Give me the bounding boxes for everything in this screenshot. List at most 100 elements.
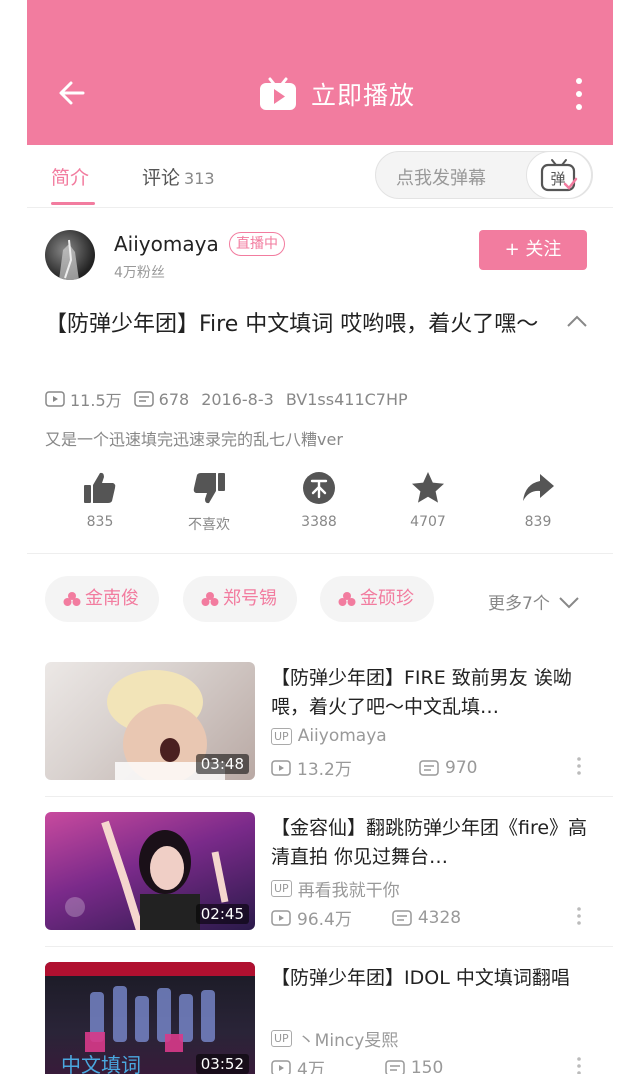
tv-play-icon — [260, 77, 296, 110]
favorite-button[interactable]: 4707 — [393, 470, 463, 530]
danmaku-count: 970 — [445, 757, 478, 778]
back-arrow-icon[interactable] — [57, 78, 87, 108]
tab-comments-label: 评论 — [142, 167, 181, 189]
danmaku-count-icon — [133, 391, 154, 407]
up-tag: UP — [271, 1030, 292, 1047]
tab-comments[interactable]: 评论 313 — [142, 163, 215, 190]
related-video-stats: 4万 150 — [271, 1055, 443, 1074]
related-video-item[interactable]: 03:48 【防弹少年团】FIRE 致前男友 诶呦喂，着火了吧～中文乱填… UP… — [45, 662, 595, 787]
view-count: 96.4万 — [297, 910, 352, 930]
uploader-name: 丶Mincy旻熙 — [297, 1031, 399, 1051]
tag-label: 郑号锡 — [223, 588, 277, 609]
tag-label: 金硕珍 — [360, 588, 414, 609]
video-detail-page: 立即播放 简介 评论 313 点我发弹幕 弹 Aiiyomaya 直播中 4万粉丝 — [27, 0, 613, 1074]
club-icon — [63, 592, 81, 606]
divider — [27, 553, 613, 554]
related-video-stats: 13.2万 970 — [271, 755, 477, 780]
tab-intro[interactable]: 简介 — [51, 163, 89, 190]
tag-label: 金南俊 — [85, 588, 139, 609]
play-count-icon — [271, 759, 291, 776]
up-tag: UP — [271, 727, 292, 745]
related-video-title: 【防弹少年团】IDOL 中文填词翻唱 — [271, 967, 570, 989]
play-count-icon — [271, 909, 291, 926]
more-options-icon[interactable] — [577, 906, 581, 926]
tag-chip[interactable]: 金南俊 — [45, 576, 159, 622]
thumb-down-icon — [193, 473, 225, 504]
play-count-icon — [271, 1059, 291, 1074]
video-thumbnail[interactable]: 02:45 — [45, 812, 255, 930]
comments-count: 313 — [184, 169, 215, 188]
tag-chip[interactable]: 金硕珍 — [320, 576, 434, 622]
danmaku-placeholder: 点我发弹幕 — [396, 168, 486, 189]
tab-bar: 简介 评论 313 点我发弹幕 弹 — [27, 145, 613, 208]
danmaku-count: 150 — [410, 1057, 444, 1074]
play-now-label: 立即播放 — [311, 81, 416, 110]
thumbnail-caption: 中文填词 — [61, 1053, 141, 1074]
publish-date: 2016-8-3 — [201, 389, 274, 409]
tab-active-indicator — [51, 202, 95, 205]
uploader-name[interactable]: Aiiyomaya — [114, 232, 219, 256]
danmaku-send-button[interactable]: 弹 — [526, 151, 592, 199]
danmaku-count-icon — [392, 909, 412, 926]
video-meta: 11.5万 678 2016-8-3 BV1ss411C7HP — [45, 388, 408, 410]
action-bar: 835 不喜欢 3388 4707 839 — [45, 470, 595, 550]
video-thumbnail[interactable]: 03:48 — [45, 662, 255, 780]
related-video-uploader: UP 丶Mincy旻熙 — [271, 1026, 398, 1051]
coin-icon — [303, 472, 335, 504]
dislike-button[interactable]: 不喜欢 — [174, 470, 244, 534]
dislike-label: 不喜欢 — [188, 517, 230, 533]
like-count: 835 — [86, 514, 114, 530]
danmaku-count: 4328 — [417, 907, 462, 928]
club-icon — [338, 592, 356, 606]
view-count: 13.2万 — [297, 760, 352, 780]
related-video-item[interactable]: 中文填词 03:52 【防弹少年团】IDOL 中文填词翻唱 UP 丶Mincy旻熙… — [45, 962, 595, 1074]
video-duration: 03:52 — [195, 1054, 249, 1074]
uploader-name: Aiiyomaya — [297, 726, 387, 746]
chevron-up-icon[interactable] — [566, 314, 588, 328]
more-options-icon[interactable] — [573, 76, 585, 112]
coin-count: 3388 — [301, 514, 337, 530]
video-thumbnail[interactable]: 中文填词 03:52 — [45, 962, 255, 1074]
favorite-count: 4707 — [410, 514, 446, 530]
tag-chip[interactable]: 郑号锡 — [183, 576, 297, 622]
video-duration: 02:45 — [195, 904, 249, 924]
more-options-icon[interactable] — [577, 1056, 581, 1074]
divider — [45, 796, 613, 797]
related-video-title: 【金容仙】翻跳防弹少年团《fire》高清直拍 你见过舞台… — [271, 817, 588, 868]
related-video-item[interactable]: 02:45 【金容仙】翻跳防弹少年团《fire》高清直拍 你见过舞台… UP 再看… — [45, 812, 595, 937]
more-options-icon[interactable] — [577, 756, 581, 776]
like-button[interactable]: 835 — [65, 470, 135, 530]
related-video-stats: 96.4万 4328 — [271, 905, 461, 930]
follow-button[interactable]: + 关注 — [479, 230, 587, 270]
share-button[interactable]: 839 — [503, 470, 573, 530]
video-duration: 03:48 — [195, 754, 249, 774]
fans-count: 4万粉丝 — [114, 265, 165, 281]
more-tags-button[interactable]: 更多7个 — [488, 589, 580, 614]
thumb-up-icon — [84, 472, 116, 503]
danmaku-count-icon — [385, 1059, 405, 1074]
live-badge[interactable]: 直播中 — [229, 232, 285, 256]
svg-text:弹: 弹 — [550, 170, 565, 188]
bv-id: BV1ss411C7HP — [285, 389, 408, 409]
uploader-avatar[interactable] — [45, 230, 95, 280]
star-icon — [412, 472, 444, 503]
up-tag: UP — [271, 880, 292, 897]
divider — [45, 946, 613, 947]
club-icon — [201, 592, 219, 606]
more-tags-label: 更多7个 — [488, 594, 550, 614]
danmaku-tv-icon: 弹 — [540, 159, 578, 192]
danmaku-input[interactable]: 点我发弹幕 弹 — [375, 151, 593, 199]
related-video-title: 【防弹少年团】FIRE 致前男友 诶呦喂，着火了吧～中文乱填… — [271, 667, 572, 718]
play-count-icon — [45, 391, 65, 407]
play-now-button[interactable]: 立即播放 — [259, 74, 415, 114]
chevron-down-icon — [559, 596, 579, 608]
share-icon — [523, 474, 554, 501]
video-title: 【防弹少年团】Fire 中文填词 哎哟喂，着火了嘿～ — [45, 312, 539, 337]
related-video-uploader: UP 再看我就干你 — [271, 876, 400, 901]
share-count: 839 — [524, 514, 552, 530]
header-bar: 立即播放 — [27, 0, 613, 145]
related-video-uploader: UP Aiiyomaya — [271, 726, 387, 746]
coin-button[interactable]: 3388 — [284, 470, 354, 530]
danmaku-count: 678 — [158, 389, 190, 409]
uploader-name: 再看我就干你 — [297, 881, 400, 901]
